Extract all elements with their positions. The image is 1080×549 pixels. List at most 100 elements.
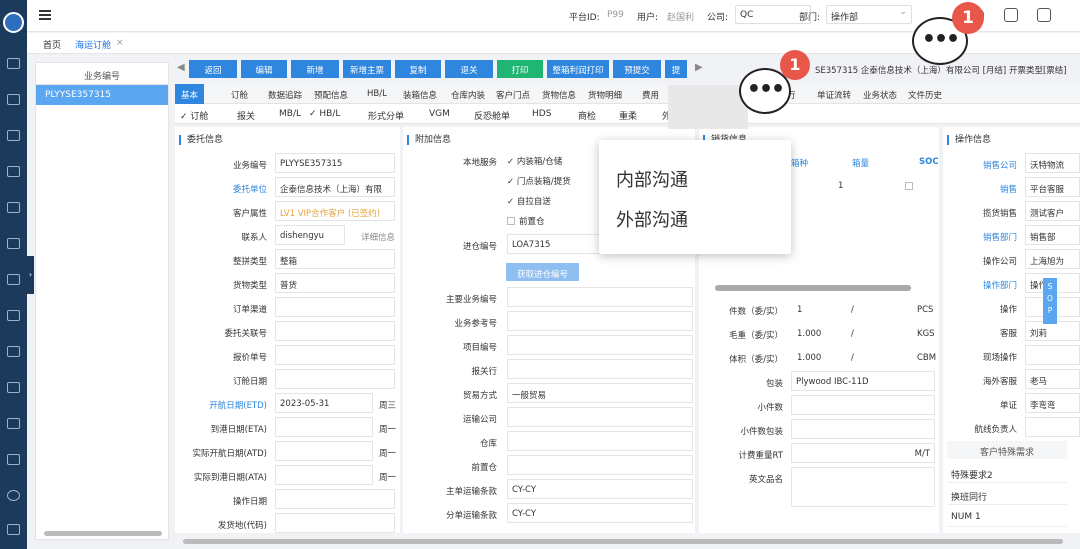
entrust-field-input[interactable]: [275, 417, 373, 437]
sop-button[interactable]: SOP: [1043, 278, 1057, 324]
app-logo-icon[interactable]: [3, 12, 24, 33]
tab-file-history[interactable]: 文件历史: [908, 89, 942, 101]
tab-fees[interactable]: 费用: [642, 89, 659, 101]
tab-tracking[interactable]: 数据追踪: [268, 89, 302, 101]
entrust-field-input[interactable]: [275, 321, 395, 341]
entrust-field-input[interactable]: [275, 441, 373, 461]
check-form-split[interactable]: 形式分单: [368, 109, 404, 122]
truck-icon[interactable]: [7, 346, 20, 357]
ops-field-input[interactable]: [1025, 417, 1080, 437]
entrust-field-input[interactable]: 2023-05-31: [275, 393, 373, 413]
user-icon[interactable]: [7, 58, 20, 69]
extra-field-input[interactable]: [507, 311, 693, 331]
tab-home[interactable]: 首页: [43, 38, 61, 51]
soc-checkbox[interactable]: [905, 182, 913, 190]
edit-button[interactable]: 编辑: [241, 60, 287, 78]
entrust-field-input[interactable]: 整箱: [275, 249, 395, 269]
entrust-field-input[interactable]: LV1 VIP合作客户 (已签约): [275, 201, 395, 221]
tab-basic[interactable]: 基本: [175, 84, 205, 104]
add-master-button[interactable]: 新增主票: [343, 60, 391, 78]
list-scrollbar[interactable]: [44, 531, 162, 536]
ops-field-input[interactable]: 测试客户: [1025, 201, 1080, 221]
tab-goods-detail[interactable]: 货物明细: [588, 89, 622, 101]
container-qty-cell[interactable]: 1: [834, 176, 899, 196]
tab-preload[interactable]: 预配信息: [314, 89, 348, 101]
entrust-field-input[interactable]: 普货: [275, 273, 395, 293]
route-icon[interactable]: [7, 274, 20, 285]
check-fumigation[interactable]: 重柔: [619, 109, 637, 122]
extra-field-input[interactable]: CY-CY: [507, 503, 693, 523]
entrust-field-input[interactable]: dishengyu: [275, 225, 345, 245]
chargeable-weight-field[interactable]: M/T: [791, 443, 935, 463]
service-option[interactable]: ✓ 门点装箱/提货: [507, 175, 571, 187]
upload-icon[interactable]: [7, 418, 20, 429]
container-grid-scrollbar[interactable]: [715, 285, 911, 291]
small-pieces-field[interactable]: [791, 395, 935, 415]
ops-field-input[interactable]: 老马: [1025, 369, 1080, 389]
internal-communication-item[interactable]: 内部沟通: [616, 166, 688, 192]
check-booking[interactable]: ✓ 订舱: [180, 109, 208, 122]
clock-icon[interactable]: [7, 490, 20, 501]
menu-toggle-icon[interactable]: [39, 10, 51, 20]
special-req-item[interactable]: 特殊要求2: [947, 463, 1067, 483]
extra-field-input[interactable]: [507, 287, 693, 307]
folder-icon[interactable]: [7, 94, 20, 105]
pre-submit-button[interactable]: 预提交: [613, 60, 661, 78]
tab-warehouse[interactable]: 仓库内装: [451, 89, 485, 101]
entrust-field-input[interactable]: [275, 465, 373, 485]
report-icon[interactable]: [7, 382, 20, 393]
ops-field-input[interactable]: 沃特物流: [1025, 153, 1080, 173]
service-option[interactable]: ✓ 自拉自送: [507, 195, 551, 207]
plane-icon[interactable]: [7, 310, 20, 321]
print-button[interactable]: 打印: [497, 60, 543, 78]
ops-field-input[interactable]: [1025, 345, 1080, 365]
entrust-field-input[interactable]: [275, 297, 395, 317]
ops-field-input[interactable]: 销售部: [1025, 225, 1080, 245]
chart-icon[interactable]: [7, 524, 20, 535]
toolbar-scroll-right-icon[interactable]: ▶: [695, 62, 703, 74]
cargo-icon[interactable]: [7, 238, 20, 249]
tab-hbl[interactable]: HB/L: [367, 89, 387, 99]
print-profit-button[interactable]: 整箱利润打印: [547, 60, 609, 78]
entrust-field-input[interactable]: [275, 369, 395, 389]
dept-select[interactable]: 操作部: [826, 5, 912, 24]
small-pack-field[interactable]: [791, 419, 935, 439]
ops-field-input[interactable]: 刘莉: [1025, 321, 1080, 341]
extra-field-input[interactable]: [507, 407, 693, 427]
tab-goods-info[interactable]: 货物信息: [542, 89, 576, 101]
check-inspection[interactable]: 商检: [578, 109, 596, 122]
entrust-field-label[interactable]: 委托单位: [175, 183, 267, 195]
extra-field-input[interactable]: [507, 335, 693, 355]
ops-field-label[interactable]: 销售: [943, 183, 1017, 195]
entrust-field-input[interactable]: [275, 513, 395, 533]
check-hbl[interactable]: ✓ HB/L: [309, 109, 340, 119]
extra-field-input[interactable]: CY-CY: [507, 479, 693, 499]
tab-doc-flow[interactable]: 单证流转: [817, 89, 851, 101]
ops-field-label[interactable]: 操作部门: [943, 279, 1017, 291]
main-horizontal-scrollbar[interactable]: [183, 539, 1063, 544]
copy-button[interactable]: 复制: [395, 60, 441, 78]
document-icon[interactable]: [7, 130, 20, 141]
entrust-field-input[interactable]: [275, 345, 395, 365]
tab-packing[interactable]: 装箱信息: [403, 89, 437, 101]
tab-booking[interactable]: 订舱: [231, 89, 248, 101]
check-customs[interactable]: 报关: [237, 109, 255, 122]
ops-field-input[interactable]: 李弯弯: [1025, 393, 1080, 413]
get-warehouse-no-button[interactable]: 获取进仓编号: [506, 263, 579, 281]
tab-sea-booking[interactable]: 海运订舱: [75, 38, 111, 51]
sidebar-collapse-tab[interactable]: ›: [27, 256, 34, 294]
entrust-field-input[interactable]: 企泰信息技术（上海）有限: [275, 177, 395, 197]
toolbar-scroll-left-icon[interactable]: ◀: [177, 62, 185, 74]
settings-icon[interactable]: [7, 454, 20, 465]
service-option[interactable]: 前置仓: [507, 215, 545, 227]
more-button[interactable]: 提: [665, 60, 687, 78]
entrust-field-input[interactable]: PLYYSE357315: [275, 153, 395, 173]
ops-field-input[interactable]: 上海旭为: [1025, 249, 1080, 269]
extra-field-input[interactable]: [507, 431, 693, 451]
entrust-field-input[interactable]: [275, 489, 395, 509]
add-button[interactable]: 新增: [291, 60, 339, 78]
check-hds[interactable]: HDS: [532, 109, 551, 119]
ops-field-input[interactable]: 平台客服: [1025, 177, 1080, 197]
extra-field-input[interactable]: [507, 455, 693, 475]
tab-close-icon[interactable]: ×: [116, 38, 124, 48]
